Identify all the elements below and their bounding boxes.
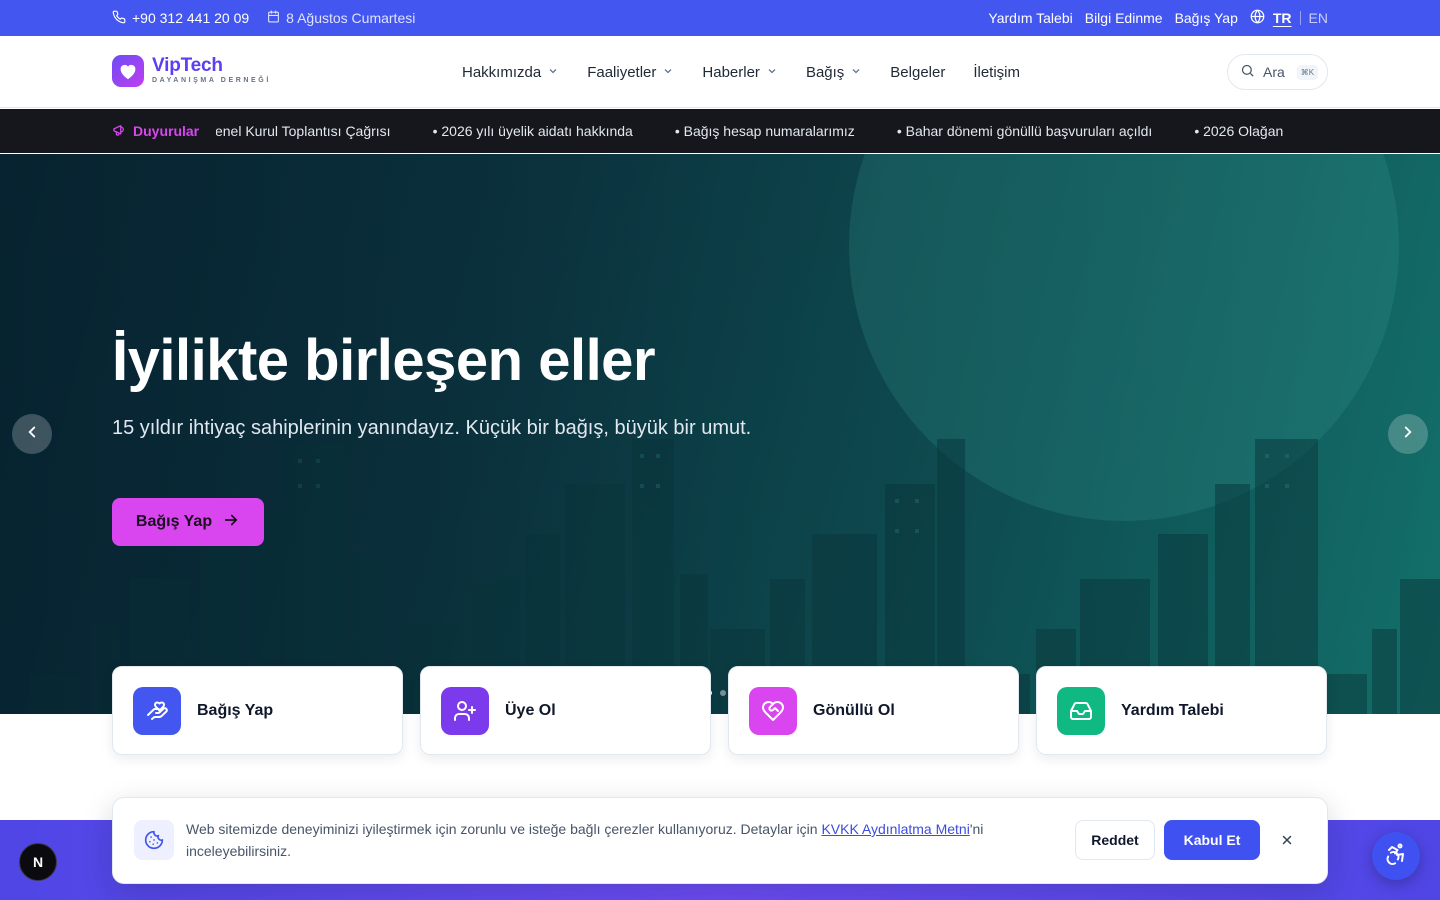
cookie-text: Web sitemizde deneyiminizi iyileştirmek … xyxy=(186,821,822,837)
hero-title: İyilikte birleşen eller xyxy=(112,328,656,393)
search-button[interactable]: Ara ⌘K xyxy=(1227,54,1328,90)
top-bar: +90 312 441 20 09 8 Ağustos Cumartesi Ya… xyxy=(0,0,1440,36)
announcement-label-text: Duyurular xyxy=(133,123,200,139)
close-icon[interactable] xyxy=(1277,830,1297,850)
accessibility-button[interactable] xyxy=(1372,832,1420,880)
quick-action-donate[interactable]: Bağış Yap xyxy=(112,666,403,755)
nav-documents-label: Belgeler xyxy=(890,63,946,81)
language-tr[interactable]: TR xyxy=(1273,10,1292,26)
inbox-icon xyxy=(1057,686,1105,735)
announcement-item[interactable]: • 2026 Olağan xyxy=(1194,123,1283,139)
chevron-down-icon xyxy=(547,64,559,81)
language-divider xyxy=(1299,11,1301,25)
nav-about[interactable]: Hakkımızda xyxy=(462,64,559,81)
search-label: Ara xyxy=(1263,64,1285,80)
slider-prev-button[interactable] xyxy=(12,414,52,454)
chevron-left-icon xyxy=(23,423,41,446)
logo-name: VipTech xyxy=(152,55,223,76)
cookie-icon xyxy=(134,820,174,860)
chevron-down-icon xyxy=(766,64,778,81)
quick-action-become-member[interactable]: Üye Ol xyxy=(420,666,711,755)
announcement-item[interactable]: • Bağış hesap numaralarımız xyxy=(675,123,855,139)
hero-subtitle: 15 yıldır ihtiyaç sahiplerinin yanındayı… xyxy=(112,417,752,439)
cookie-banner: Web sitemizde deneyiminizi iyileştirmek … xyxy=(112,797,1328,884)
announcement-item[interactable]: 2026 Olağan Genel Kurul Toplantısı Çağrı… xyxy=(216,123,391,139)
arrow-right-icon xyxy=(222,511,240,534)
announcement-item[interactable]: • Bahar dönemi gönüllü başvuruları açıld… xyxy=(897,123,1153,139)
chevron-right-icon xyxy=(1399,423,1417,446)
language-en[interactable]: EN xyxy=(1309,10,1328,26)
nav-donation[interactable]: Bağış xyxy=(806,64,862,81)
nav-activities[interactable]: Faaliyetler xyxy=(587,64,674,81)
calendar-icon xyxy=(267,10,280,26)
search-icon xyxy=(1240,63,1255,81)
quick-action-volunteer[interactable]: Gönüllü Ol xyxy=(728,666,1019,755)
announcement-label: Duyurular xyxy=(112,109,206,153)
announcement-bar: Duyurular 2026 Olağan Genel Kurul Toplan… xyxy=(0,109,1440,153)
nav-news[interactable]: Haberler xyxy=(702,64,778,81)
slider-next-button[interactable] xyxy=(1388,414,1428,454)
quick-action-label: Üye Ol xyxy=(505,701,556,719)
accessibility-icon xyxy=(1384,842,1408,871)
framework-badge[interactable]: N xyxy=(19,843,57,881)
nav-contact-label: İletişim xyxy=(973,63,1021,81)
search-shortcut: ⌘K xyxy=(1296,64,1319,80)
site-logo[interactable]: VipTech DAYANIŞMA DERNEĞİ xyxy=(112,55,271,87)
cookie-message: Web sitemizde deneyiminizi iyileştirmek … xyxy=(186,818,1066,862)
kvkk-link[interactable]: KVKK Aydınlatma Metni xyxy=(821,821,969,837)
nav-news-label: Haberler xyxy=(702,63,760,81)
announcement-item[interactable]: • 2026 yılı üyelik aidatı hakkında xyxy=(433,123,633,139)
nav-activities-label: Faaliyetler xyxy=(587,63,657,81)
cookie-reject-button[interactable]: Reddet xyxy=(1075,820,1155,860)
main-header: VipTech DAYANIŞMA DERNEĞİ Hakkımızda Faa… xyxy=(0,36,1440,108)
nav-about-label: Hakkımızda xyxy=(462,63,542,81)
announcement-ticker: 2026 Olağan Genel Kurul Toplantısı Çağrı… xyxy=(216,109,1328,153)
quick-action-label: Bağış Yap xyxy=(197,701,274,719)
current-date: 8 Ağustos Cumartesi xyxy=(267,10,415,26)
quick-action-label: Gönüllü Ol xyxy=(813,701,895,719)
quick-action-label: Yardım Talebi xyxy=(1121,701,1224,719)
heart-logo-icon xyxy=(112,55,144,87)
quick-action-help-request[interactable]: Yardım Talebi xyxy=(1036,666,1327,755)
date-text: 8 Ağustos Cumartesi xyxy=(286,10,416,26)
phone-number: +90 312 441 20 09 xyxy=(132,10,250,26)
language-switcher: TR EN xyxy=(1250,9,1328,27)
nav-donation-label: Bağış xyxy=(805,63,845,81)
hand-heart-icon xyxy=(133,686,181,735)
cookie-accept-button[interactable]: Kabul Et xyxy=(1164,820,1260,860)
quick-actions: Bağış Yap Üye Ol Gönüllü Ol Yardım Taleb… xyxy=(112,666,1327,755)
information-request-link[interactable]: Bilgi Edinme xyxy=(1085,10,1163,26)
user-plus-icon xyxy=(441,686,489,735)
hero-slider: İyilikte birleşen eller 15 yıldır ihtiya… xyxy=(0,154,1440,714)
hero-donate-label: Bağış Yap xyxy=(135,513,213,530)
logo-subtitle: DAYANIŞMA DERNEĞİ xyxy=(152,77,271,84)
nav-documents[interactable]: Belgeler xyxy=(890,64,945,81)
help-request-link[interactable]: Yardım Talebi xyxy=(988,10,1072,26)
nav-contact[interactable]: İletişim xyxy=(973,64,1020,81)
phone-icon xyxy=(112,10,126,27)
hero-donate-button[interactable]: Bağış Yap xyxy=(112,498,264,546)
chevron-down-icon xyxy=(850,64,862,81)
megaphone-icon xyxy=(112,122,127,140)
main-nav: Hakkımızda Faaliyetler Haberler Bağış Be… xyxy=(462,36,1020,108)
chevron-down-icon xyxy=(662,64,674,81)
globe-icon xyxy=(1250,9,1265,27)
handshake-heart-icon xyxy=(749,686,797,735)
phone-contact[interactable]: +90 312 441 20 09 xyxy=(112,10,249,27)
donate-link[interactable]: Bağış Yap xyxy=(1175,10,1238,26)
